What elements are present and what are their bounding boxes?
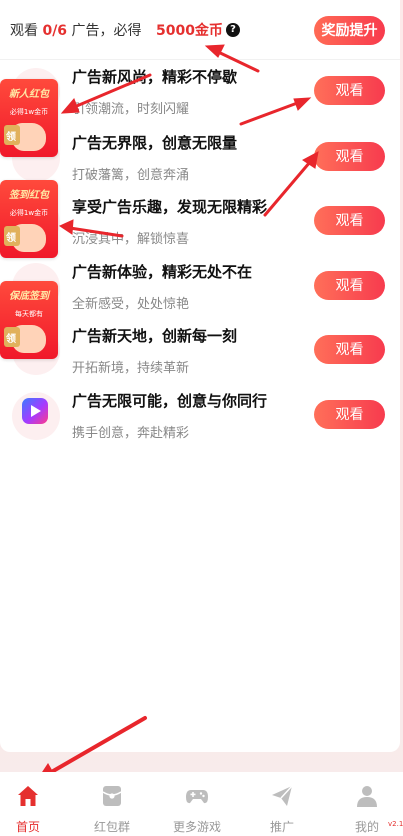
paper-plane-icon xyxy=(272,785,293,806)
watch-button[interactable]: 观看 xyxy=(314,335,385,364)
ad-subtitle: 引领潮流，时刻闪耀 xyxy=(72,102,190,117)
watch-button[interactable]: 观看 xyxy=(314,400,385,429)
ad-title: 享受广告乐趣，发现无限精彩 xyxy=(72,198,268,216)
user-icon xyxy=(357,786,377,807)
red-envelope-icon xyxy=(4,327,20,347)
promo-subtitle: 必得1w金币 xyxy=(9,209,49,217)
watch-button[interactable]: 观看 xyxy=(314,206,385,235)
ad-title: 广告无界限，创意无限量 xyxy=(72,134,238,152)
ad-item: 广告无界限，创意无限量 打破藩篱，创意奔涌 观看 xyxy=(0,132,400,196)
ad-subtitle: 开拓新境，持续革新 xyxy=(72,361,190,376)
red-packet-icon xyxy=(102,786,122,806)
red-envelope-icon xyxy=(4,125,20,145)
home-icon xyxy=(18,786,38,806)
tab-label: 推广 xyxy=(269,820,294,834)
watch-button[interactable]: 观看 xyxy=(314,142,385,171)
promo-title: 签到红包 xyxy=(9,190,49,201)
ad-subtitle: 携手创意，奔赴精彩 xyxy=(72,426,190,441)
ad-thumbnail xyxy=(12,392,60,440)
ad-item: 广告无限可能，创意与你同行 携手创意，奔赴精彩 观看 xyxy=(0,390,400,454)
watch-middle: 广告，必得 xyxy=(71,23,142,39)
tab-promote[interactable]: 推广 xyxy=(242,772,322,836)
ad-title: 广告新体验，精彩无处不在 xyxy=(72,263,253,281)
watch-prefix: 观看 xyxy=(10,23,38,39)
promo-checkin-red-packet[interactable]: 签到红包 必得1w金币 xyxy=(0,180,58,258)
watch-button[interactable]: 观看 xyxy=(314,271,385,300)
promo-title: 保底签到 xyxy=(9,291,49,302)
ad-title: 广告新天地，创新每一刻 xyxy=(72,327,238,345)
video-play-icon xyxy=(22,398,48,424)
ad-subtitle: 打破藩篱，创意奔涌 xyxy=(72,168,190,183)
tab-label: 红包群 xyxy=(93,820,130,834)
promo-title: 新人红包 xyxy=(9,89,49,100)
promo-subtitle: 必得1w金币 xyxy=(9,108,49,116)
tab-more-games[interactable]: 更多游戏 xyxy=(157,772,237,836)
main-card: 观看 0/6 广告，必得 5000金币 ? 奖励提升 广告新风尚，精彩不停歇 引… xyxy=(0,0,400,752)
reward-boost-button[interactable]: 奖励提升 xyxy=(314,16,385,45)
version-label: v2.1 xyxy=(388,820,403,828)
watch-progress-text: 观看 0/6 广告，必得 5000金币 xyxy=(10,20,223,40)
help-icon[interactable]: ? xyxy=(226,23,240,37)
tab-label: 首页 xyxy=(15,820,40,834)
bottom-tab-bar: 首页 红包群 更多游戏 推广 我的 xyxy=(0,772,403,836)
tab-label: 更多游戏 xyxy=(172,820,221,834)
ad-subtitle: 全新感受，处处惊艳 xyxy=(72,297,190,312)
ad-item: 广告新体验，精彩无处不在 全新感受，处处惊艳 观看 xyxy=(0,261,400,325)
ad-title: 广告新风尚，精彩不停歇 xyxy=(72,68,238,86)
coin-reward: 5000金币 xyxy=(155,23,223,39)
ad-item: 享受广告乐趣，发现无限精彩 沉浸其中，解锁惊喜 观看 xyxy=(0,196,400,260)
tab-home[interactable]: 首页 xyxy=(0,772,68,836)
ad-item: 广告新风尚，精彩不停歇 引领潮流，时刻闪耀 观看 xyxy=(0,66,400,130)
red-envelope-icon xyxy=(4,226,20,246)
ad-title: 广告无限可能，创意与你同行 xyxy=(72,392,268,410)
promo-subtitle: 每天都有 xyxy=(15,310,43,318)
tab-red-packet-group[interactable]: 红包群 xyxy=(72,772,152,836)
promo-guaranteed-checkin[interactable]: 保底签到 每天都有 xyxy=(0,281,58,359)
watch-count: 0/6 xyxy=(42,23,68,39)
task-header: 观看 0/6 广告，必得 5000金币 ? 奖励提升 xyxy=(0,0,400,60)
promo-new-user-red-packet[interactable]: 新人红包 必得1w金币 xyxy=(0,79,58,157)
gamepad-icon xyxy=(186,790,208,804)
ad-subtitle: 沉浸其中，解锁惊喜 xyxy=(72,232,190,247)
ad-item: 广告新天地，创新每一刻 开拓新境，持续革新 观看 xyxy=(0,325,400,389)
watch-button[interactable]: 观看 xyxy=(314,76,385,105)
